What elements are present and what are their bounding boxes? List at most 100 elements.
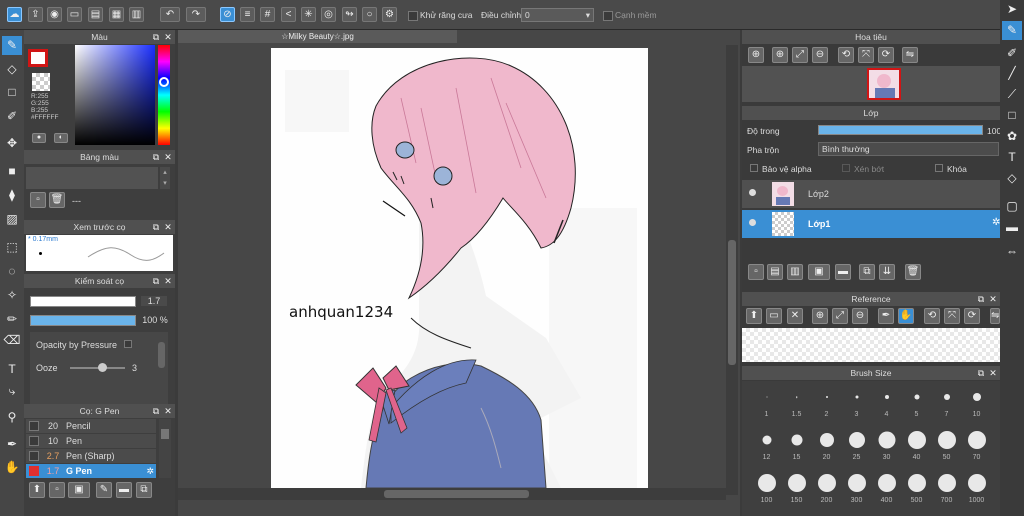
brush-size-cell[interactable]: 25: [842, 426, 871, 461]
layer-row-lop1[interactable]: Lớp1 ✲: [742, 210, 1000, 238]
rectangle-tool-icon[interactable]: □: [2, 83, 22, 102]
ellipse-snap-icon[interactable]: ○: [362, 7, 377, 22]
zoom-in-icon[interactable]: ⊕: [772, 47, 788, 63]
brush-size-cell[interactable]: 2: [812, 383, 841, 418]
brush-row-pencil[interactable]: 20 Pencil: [26, 419, 156, 433]
fit-icon[interactable]: ⤢: [832, 308, 848, 324]
hue-handle[interactable]: [159, 77, 169, 87]
close-icon[interactable]: ✕: [787, 308, 803, 324]
close-icon[interactable]: ✕: [163, 151, 173, 163]
protect-alpha-checkbox[interactable]: [750, 164, 758, 172]
horizontal-scrollbar[interactable]: [178, 488, 726, 500]
new-layer-icon[interactable]: ▫: [748, 264, 764, 280]
select-pen-icon[interactable]: ✏: [2, 310, 22, 329]
operation-tool-icon[interactable]: ⤷: [2, 382, 22, 401]
move-tool-icon[interactable]: ✥: [2, 134, 22, 153]
popout-icon[interactable]: ⧉: [976, 367, 986, 379]
document-icon[interactable]: ▥: [129, 7, 144, 22]
rectangle-tool-icon[interactable]: □: [1002, 106, 1022, 125]
brush-size-cell[interactable]: 200: [812, 469, 841, 504]
vertical-scrollbar[interactable]: [726, 45, 738, 495]
lasso-tool-icon[interactable]: ◌: [2, 262, 22, 281]
chat-icon[interactable]: ◉: [47, 7, 62, 22]
brush-tool-icon[interactable]: ✐: [1002, 44, 1022, 63]
popout-icon[interactable]: ⧉: [151, 221, 161, 233]
flip-icon[interactable]: ⇋: [902, 47, 918, 63]
rotate-reset-icon[interactable]: ⟳: [878, 47, 894, 63]
close-icon[interactable]: ✕: [988, 367, 998, 379]
select-tool-icon[interactable]: ⬚: [2, 238, 22, 257]
save-icon[interactable]: ▤: [88, 7, 103, 22]
canvas-tab[interactable]: ☆Milky Beauty☆.jpg: [178, 30, 457, 43]
lock-checkbox[interactable]: [935, 164, 943, 172]
merge-down-icon[interactable]: ⇊: [879, 264, 895, 280]
new-brush-icon[interactable]: ▫: [49, 482, 65, 498]
palette-tool-icon[interactable]: ✿: [1002, 127, 1022, 146]
popout-icon[interactable]: ⧉: [151, 31, 161, 43]
clip-checkbox[interactable]: [842, 164, 850, 172]
redo-icon[interactable]: ↷: [186, 7, 206, 22]
brush-opacity-slider[interactable]: [30, 315, 136, 326]
brush-size-cell[interactable]: 1000: [962, 469, 991, 504]
drawing-canvas[interactable]: anhquan1234: [271, 48, 648, 488]
perspective-snap-icon[interactable]: <: [281, 7, 296, 22]
folder-icon[interactable]: ▬: [835, 264, 851, 280]
opacity-pressure-checkbox[interactable]: [124, 340, 132, 348]
zoom-out-icon[interactable]: ⊖: [812, 47, 828, 63]
close-icon[interactable]: ✕: [988, 293, 998, 305]
ooze-slider[interactable]: [70, 363, 125, 372]
brush-size-cell[interactable]: 7: [932, 383, 961, 418]
popout-icon[interactable]: ⧉: [976, 293, 986, 305]
palette-scroll[interactable]: ▴ ▾: [160, 167, 170, 189]
horizontal-scroll-thumb[interactable]: [384, 490, 529, 498]
brush-row-gpen[interactable]: 1.7 G Pen ✲: [26, 464, 156, 478]
popout-icon[interactable]: ⧉: [151, 405, 161, 417]
brush-size-cell[interactable]: 300: [842, 469, 871, 504]
new-palette-icon[interactable]: ▫: [30, 192, 46, 208]
brush-size-cell[interactable]: 100: [752, 469, 781, 504]
eyedropper-tool-icon[interactable]: ✒: [2, 435, 22, 454]
bucket-tool-icon[interactable]: ⧫: [2, 186, 22, 205]
vertical-scroll-thumb[interactable]: [728, 240, 736, 365]
brush-size-cell[interactable]: 3: [842, 383, 871, 418]
swap-color-button[interactable]: ◐: [54, 133, 68, 143]
upload-icon[interactable]: ⬆: [746, 308, 762, 324]
adjust-dropdown[interactable]: 0 ▾: [521, 8, 594, 22]
antialias-checkbox[interactable]: [408, 11, 418, 21]
brush-size-cell[interactable]: 4: [872, 383, 901, 418]
eyedropper-icon[interactable]: ✒: [878, 308, 894, 324]
reference-image-area[interactable]: [742, 328, 1000, 362]
pen-tool-icon[interactable]: ✐: [2, 107, 22, 126]
add-image-layer-icon[interactable]: ▣: [808, 264, 830, 280]
open-folder-icon[interactable]: ▭: [766, 308, 782, 324]
new-layer-8bit-icon[interactable]: ▤: [767, 264, 783, 280]
palette-swatches[interactable]: [26, 167, 158, 189]
zoom-in-icon[interactable]: ⊕: [812, 308, 828, 324]
saturation-picker[interactable]: [75, 45, 155, 145]
popout-icon[interactable]: ⧉: [151, 151, 161, 163]
brush-size-cell[interactable]: 5: [902, 383, 931, 418]
text-tool-icon[interactable]: T: [1002, 148, 1022, 167]
hand-tool-icon[interactable]: ✋: [2, 458, 22, 477]
duplicate-layer-icon[interactable]: ⧉: [859, 264, 875, 280]
line-tool-icon[interactable]: ╱: [1002, 64, 1022, 83]
folder-icon[interactable]: ▬: [116, 482, 132, 498]
pen-tool-icon[interactable]: ✎: [1002, 21, 1022, 40]
brush-size-cell[interactable]: 30: [872, 426, 901, 461]
eraser-tool-icon[interactable]: ◇: [1002, 169, 1022, 188]
curve-tool-icon[interactable]: ⟋: [1002, 85, 1022, 104]
foreground-swatch[interactable]: [28, 49, 48, 67]
brush-size-cell[interactable]: 15: [782, 426, 811, 461]
close-icon[interactable]: ✕: [163, 31, 173, 43]
brush-tool-icon[interactable]: ✎: [2, 36, 22, 55]
new-layer-1bit-icon[interactable]: ▥: [787, 264, 803, 280]
hue-slider[interactable]: [158, 45, 170, 145]
eraser-tool-icon[interactable]: ◇: [2, 60, 22, 79]
export-icon[interactable]: ⇪: [28, 7, 43, 22]
eye-icon[interactable]: [749, 189, 756, 196]
snap-off-icon[interactable]: ⊘: [220, 7, 235, 22]
brush-size-cell[interactable]: 1: [752, 383, 781, 418]
swap-icon[interactable]: ⇔: [1002, 242, 1022, 261]
cursor-tool-icon[interactable]: ➤: [1002, 0, 1022, 19]
rotate-icon[interactable]: ⟲: [838, 47, 854, 63]
